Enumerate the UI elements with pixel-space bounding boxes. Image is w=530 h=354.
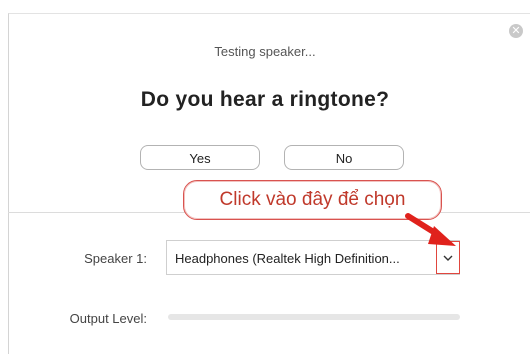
testing-status-text: Testing speaker...: [214, 44, 316, 59]
output-level-meter: [168, 314, 460, 320]
ringtone-question: Do you hear a ringtone?: [140, 88, 390, 111]
close-button[interactable]: ✕: [509, 24, 523, 38]
no-button[interactable]: No: [284, 145, 404, 170]
annotation-arrow-icon: [405, 213, 456, 246]
speaker-label: Speaker 1:: [84, 251, 147, 266]
output-level-label: Output Level:: [69, 311, 147, 326]
close-icon: ✕: [511, 25, 521, 37]
speaker-selected-value: Headphones (Realtek High Definition...: [175, 251, 400, 266]
chevron-down-icon: [443, 255, 453, 261]
yes-button[interactable]: Yes: [140, 145, 260, 170]
